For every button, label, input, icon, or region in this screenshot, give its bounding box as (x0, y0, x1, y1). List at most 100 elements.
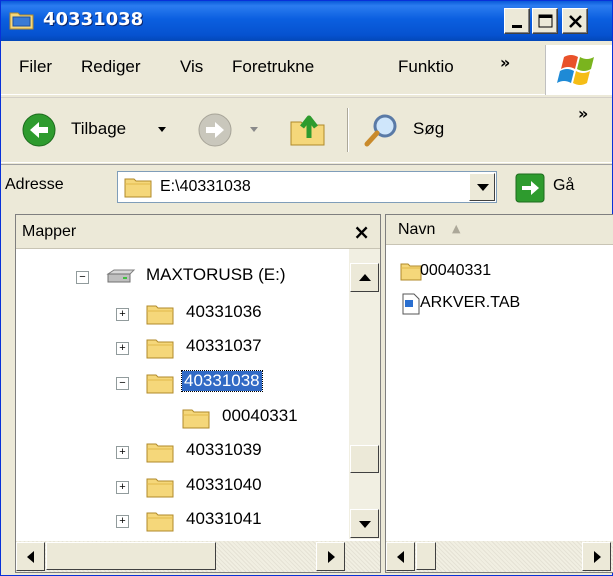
search-label: Søg (413, 119, 445, 138)
arrow-down-icon (359, 521, 371, 528)
tree-item-label: 00040331 (222, 406, 298, 425)
address-dropdown-button[interactable] (469, 173, 495, 201)
file-name: ARKVER.TAB (420, 294, 521, 311)
file-icon (402, 293, 420, 315)
menu-foretrukne[interactable]: Foretrukne (232, 57, 314, 77)
tree-item-drive[interactable]: − MAXTORUSB (E:) (16, 262, 346, 292)
address-label: Adresse (5, 176, 64, 193)
tree-item-folder-selected[interactable]: − 40331038 (16, 368, 346, 398)
standard-toolbar: Tilbage Søg » (1, 97, 612, 163)
address-input[interactable]: E:\40331038 (117, 171, 497, 203)
search-icon (364, 114, 397, 147)
tree-item-folder[interactable]: + 40331037 (16, 333, 346, 363)
tree-item-folder[interactable]: 00040331 (16, 403, 346, 433)
tree-item-folder[interactable]: + 40331039 (16, 437, 346, 467)
toolbar-overflow-chevron[interactable]: » (578, 104, 588, 123)
back-button[interactable]: Tilbage (15, 108, 185, 152)
tree-item-label: 40331036 (186, 302, 262, 321)
scroll-right-button[interactable] (316, 542, 345, 571)
menu-rediger[interactable]: Rediger (81, 57, 141, 77)
back-label: Tilbage (71, 119, 127, 138)
scroll-thumb[interactable] (416, 542, 436, 570)
tree-item-label: MAXTORUSB (E:) (146, 265, 286, 284)
arrow-right-icon (328, 551, 335, 563)
scroll-thumb[interactable] (350, 445, 379, 473)
window-title: 40331038 (43, 9, 144, 30)
forward-dropdown-icon[interactable] (249, 126, 259, 134)
close-button[interactable] (562, 8, 588, 34)
folders-pane-title: Mapper (22, 223, 77, 240)
scroll-left-button[interactable] (386, 542, 415, 571)
scroll-right-button[interactable] (582, 542, 611, 571)
menu-vis[interactable]: Vis (180, 57, 203, 77)
go-label: Gå (553, 177, 575, 194)
tree-expander[interactable]: + (116, 446, 129, 459)
folders-vertical-scrollbar[interactable] (349, 249, 380, 539)
folder-icon (146, 305, 174, 325)
arrow-up-icon (359, 274, 371, 281)
minimize-icon (512, 25, 522, 28)
toolbar-separator (347, 108, 349, 152)
folder-icon (146, 339, 174, 359)
tree-item-folder[interactable]: + 40331041 (16, 506, 346, 536)
tree-expander[interactable]: − (116, 377, 129, 390)
file-list-item[interactable]: ARKVER.TAB (400, 291, 600, 319)
folder-icon (9, 12, 34, 30)
column-header-name[interactable]: Navn ▲ (386, 215, 613, 245)
tree-item-label: 40331040 (186, 475, 262, 494)
address-value: E:\40331038 (160, 178, 251, 195)
back-arrow-icon (22, 113, 56, 147)
folders-horizontal-scrollbar[interactable] (16, 541, 380, 572)
file-list-item[interactable]: 00040331 (400, 259, 600, 287)
folders-pane-close-button[interactable]: × (353, 220, 370, 244)
tree-expander[interactable]: + (116, 308, 129, 321)
forward-button[interactable] (191, 108, 261, 152)
maximize-button[interactable] (532, 8, 558, 34)
windows-logo (545, 45, 612, 95)
arrow-right-icon (594, 551, 601, 563)
tree-item-folder[interactable]: + 40331040 (16, 472, 346, 502)
search-button[interactable]: Søg (357, 108, 477, 152)
menu-overflow-chevron[interactable]: » (500, 53, 510, 72)
windows-flag-icon (557, 55, 594, 85)
forward-arrow-icon (198, 113, 232, 147)
file-list-horizontal-scrollbar[interactable] (386, 541, 613, 572)
column-header-label: Navn (398, 221, 436, 238)
menu-funktioner[interactable]: Funktio (398, 57, 454, 77)
tree-expander[interactable]: + (116, 342, 129, 355)
arrow-left-icon (397, 551, 404, 563)
scroll-down-button[interactable] (350, 509, 379, 538)
explorer-window: 40331038 Filer Rediger Vis Foretrukne Fu… (0, 0, 613, 576)
folder-icon (400, 263, 422, 281)
go-button[interactable]: Gå (511, 171, 607, 205)
arrow-left-icon (27, 551, 34, 563)
chevron-down-icon (477, 184, 489, 191)
tree-item-label: 40331041 (186, 509, 262, 528)
tree-item-folder[interactable]: + 40331036 (16, 299, 346, 329)
scroll-thumb[interactable] (46, 542, 216, 570)
sort-ascending-icon: ▲ (452, 222, 461, 235)
file-name: 00040331 (420, 262, 492, 279)
up-folder-button[interactable] (287, 108, 331, 152)
folders-pane: Mapper × − MAXTORUSB (E:) + 40331036 + 4… (15, 214, 381, 573)
minimize-button[interactable] (504, 8, 530, 34)
menu-filer[interactable]: Filer (19, 57, 52, 77)
file-list-pane: Navn ▲ 00040331 ARKVER.TAB (385, 214, 613, 573)
tree-item-label: 40331037 (186, 336, 262, 355)
folder-icon (124, 178, 152, 198)
title-bar[interactable]: 40331038 (1, 1, 612, 41)
scroll-left-button[interactable] (16, 542, 45, 571)
menu-bar: Filer Rediger Vis Foretrukne Funktio » (1, 41, 612, 95)
up-folder-icon (290, 115, 325, 146)
open-folder-icon (146, 374, 174, 394)
tree-expander[interactable]: + (116, 481, 129, 494)
folder-icon (146, 512, 174, 532)
folder-icon (146, 443, 174, 463)
tree-expander[interactable]: + (116, 515, 129, 528)
back-dropdown-icon[interactable] (157, 126, 167, 134)
folders-pane-header: Mapper × (16, 215, 380, 249)
scroll-up-button[interactable] (350, 263, 379, 292)
close-icon (569, 15, 582, 28)
tree-expander[interactable]: − (76, 271, 89, 284)
tree-item-label: 40331039 (186, 440, 262, 459)
